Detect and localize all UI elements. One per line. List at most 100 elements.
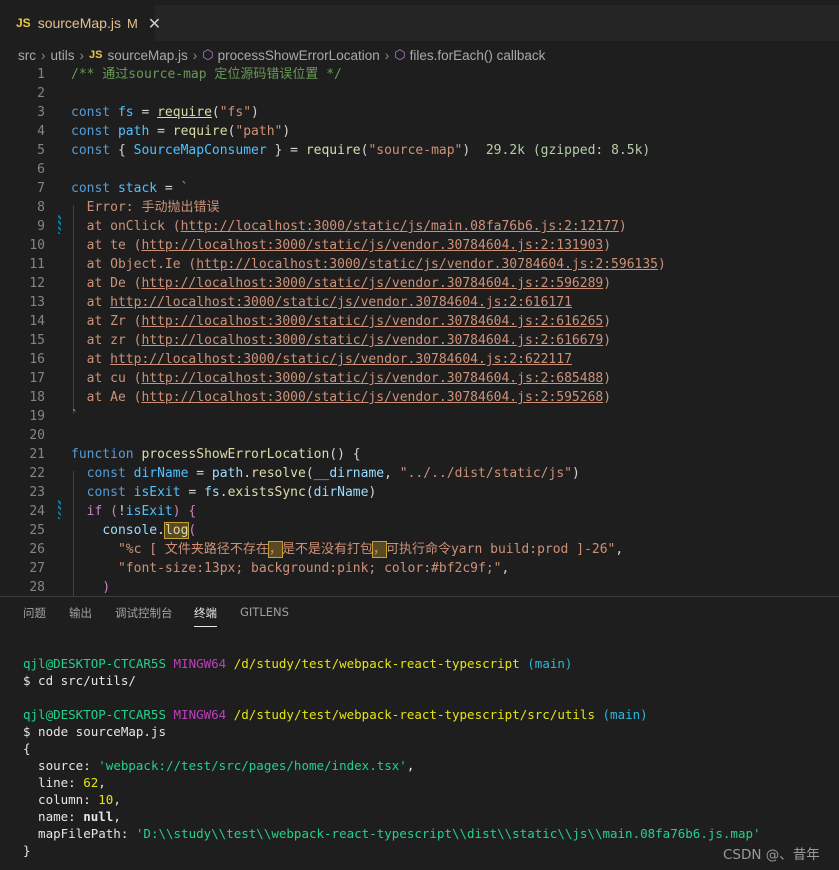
- code-line[interactable]: 23 const isExit = fs.existsSync(dirName): [0, 483, 839, 502]
- line-number: 20: [29, 428, 45, 443]
- code-line[interactable]: 11 at Object.Ie (http://localhost:3000/s…: [0, 255, 839, 274]
- code-line[interactable]: 12 at De (http://localhost:3000/static/j…: [0, 274, 839, 293]
- code-line[interactable]: 28 ): [0, 578, 839, 596]
- code-line[interactable]: 14 at Zr (http://localhost:3000/static/j…: [0, 312, 839, 331]
- code-line[interactable]: 3 const fs = require("fs"): [0, 103, 839, 122]
- code-line[interactable]: 10 at te (http://localhost:3000/static/j…: [0, 236, 839, 255]
- code-token: =: [149, 124, 173, 139]
- code-line[interactable]: 13 at http://localhost:3000/static/js/ve…: [0, 293, 839, 312]
- code-content: at Zr (http://localhost:3000/static/js/v…: [71, 312, 611, 331]
- terminal-path: /d/study/test/webpack-react-typescript/s…: [233, 707, 595, 722]
- line-number: 7: [37, 181, 45, 196]
- code-line[interactable]: 19 `: [0, 407, 839, 426]
- code-token: fs: [204, 485, 220, 500]
- code-content: at cu (http://localhost:3000/static/js/v…: [71, 369, 611, 388]
- breadcrumb-item-function[interactable]: processShowErrorLocation: [218, 48, 380, 63]
- code-content: at http://localhost:3000/static/js/vendo…: [71, 350, 572, 369]
- code-token: } =: [266, 143, 306, 158]
- output-value: 62: [83, 775, 99, 790]
- code-line[interactable]: 5 const { SourceMapConsumer } = require("…: [0, 141, 839, 160]
- code-token: dirName: [313, 485, 369, 500]
- code-line[interactable]: 26 "%c [ 文件夹路径不存在，是不是没有打包，可执行命令yarn buil…: [0, 540, 839, 559]
- tab-problems[interactable]: 问题: [23, 605, 46, 621]
- terminal-prompt-line: qjl@DESKTOP-CTCAR5S MINGW64 /d/study/tes…: [23, 655, 572, 672]
- line-number: 8: [37, 200, 45, 215]
- code-token: ): [603, 276, 612, 291]
- terminal-output-line: line: 62,: [23, 775, 106, 790]
- breadcrumb-item-file[interactable]: sourceMap.js: [107, 48, 187, 63]
- code-token: ): [368, 485, 377, 500]
- code-line[interactable]: 6: [0, 160, 839, 179]
- code-line[interactable]: 25 console.log(: [0, 521, 839, 540]
- modified-indicator: M: [126, 15, 138, 31]
- tab-output[interactable]: 输出: [69, 605, 92, 621]
- terminal-command: $ cd src/utils/: [23, 673, 136, 688]
- code-editor[interactable]: 1/** 通过source-map 定位源码错误位置 */ 2 3 const fs …: [0, 64, 839, 596]
- code-line[interactable]: 9 at onClick (http://localhost:3000/stat…: [0, 217, 839, 236]
- breadcrumb-item-utils[interactable]: utils: [51, 48, 75, 63]
- code-line[interactable]: 22 const dirName = path.resolve(__dirnam…: [0, 464, 839, 483]
- breadcrumb-item-callback[interactable]: files.forEach() callback: [410, 48, 546, 63]
- line-number: 3: [37, 105, 45, 120]
- output-key: name:: [23, 809, 84, 824]
- javascript-file-icon: JS: [89, 49, 103, 61]
- code-content: const { SourceMapConsumer } = require("s…: [71, 141, 650, 160]
- code-line[interactable]: 17 at cu (http://localhost:3000/static/j…: [0, 369, 839, 388]
- code-token: ): [603, 314, 612, 329]
- code-token: http://localhost:3000/static/js/vendor.3…: [196, 257, 659, 272]
- tab-filename: sourceMap.js: [37, 15, 121, 31]
- line-number: 16: [29, 352, 45, 367]
- code-token: const: [71, 124, 111, 139]
- code-content: `: [71, 407, 79, 426]
- tab-debug-console[interactable]: 调试控制台: [115, 605, 173, 621]
- code-token: (: [305, 485, 314, 500]
- code-line[interactable]: 24 if (!isExit) {: [0, 502, 839, 521]
- code-content: const isExit = fs.existsSync(dirName): [71, 483, 377, 502]
- line-number: 25: [29, 523, 45, 538]
- line-number: 11: [29, 257, 45, 272]
- code-token: at: [71, 295, 111, 310]
- code-token: function: [71, 447, 134, 462]
- code-token: ): [571, 466, 580, 481]
- code-content: Error: 手动抛出错误: [71, 198, 220, 217]
- code-line[interactable]: 20: [0, 426, 839, 445]
- code-content: at http://localhost:3000/static/js/vendo…: [71, 293, 572, 312]
- line-number: 28: [29, 580, 45, 595]
- code-line[interactable]: 27 "font-size:13px; background:pink; col…: [0, 559, 839, 578]
- terminal-path: /d/study/test/webpack-react-typescript: [233, 656, 520, 671]
- code-token: at onClick (: [71, 219, 181, 234]
- line-number: 10: [29, 238, 45, 253]
- output-key: line:: [23, 775, 84, 790]
- code-line[interactable]: 1 /** 通过source-map 定位源码错误位置 */: [0, 65, 839, 84]
- code-line[interactable]: 16 at http://localhost:3000/static/js/ve…: [0, 350, 839, 369]
- tab-sourcemap-js[interactable]: JS sourceMap.js M ✕: [0, 5, 161, 41]
- code-token: =: [157, 181, 181, 196]
- code-line[interactable]: 8 Error: 手动抛出错误: [0, 198, 839, 217]
- code-token: Error: 手动抛出错误: [71, 200, 220, 215]
- code-token: "source-map": [368, 143, 463, 158]
- code-token: ，: [371, 541, 387, 558]
- code-content: const dirName = path.resolve(__dirname, …: [71, 464, 580, 483]
- tab-gitlens[interactable]: GITLENS: [240, 605, 289, 619]
- code-line[interactable]: 18 at Ae (http://localhost:3000/static/j…: [0, 388, 839, 407]
- code-line[interactable]: 7 const stack = `: [0, 179, 839, 198]
- code-token: SourceMapConsumer: [133, 143, 267, 158]
- breadcrumb-item-src[interactable]: src: [18, 48, 36, 63]
- javascript-file-icon: JS: [16, 16, 31, 30]
- code-line[interactable]: 15 at zr (http://localhost:3000/static/j…: [0, 331, 839, 350]
- code-line[interactable]: 4 const path = require("path"): [0, 122, 839, 141]
- line-number: 26: [29, 542, 45, 557]
- code-token: /** 通过source-map 定位源码错误位置 */: [71, 67, 342, 82]
- code-token: require: [172, 124, 228, 139]
- line-number: 2: [37, 86, 45, 101]
- code-line[interactable]: 2: [0, 84, 839, 103]
- close-icon[interactable]: ✕: [148, 14, 161, 33]
- tab-terminal[interactable]: 终端: [194, 605, 217, 627]
- code-line[interactable]: 21 function processShowErrorLocation() {: [0, 445, 839, 464]
- code-token: ) {: [172, 504, 197, 519]
